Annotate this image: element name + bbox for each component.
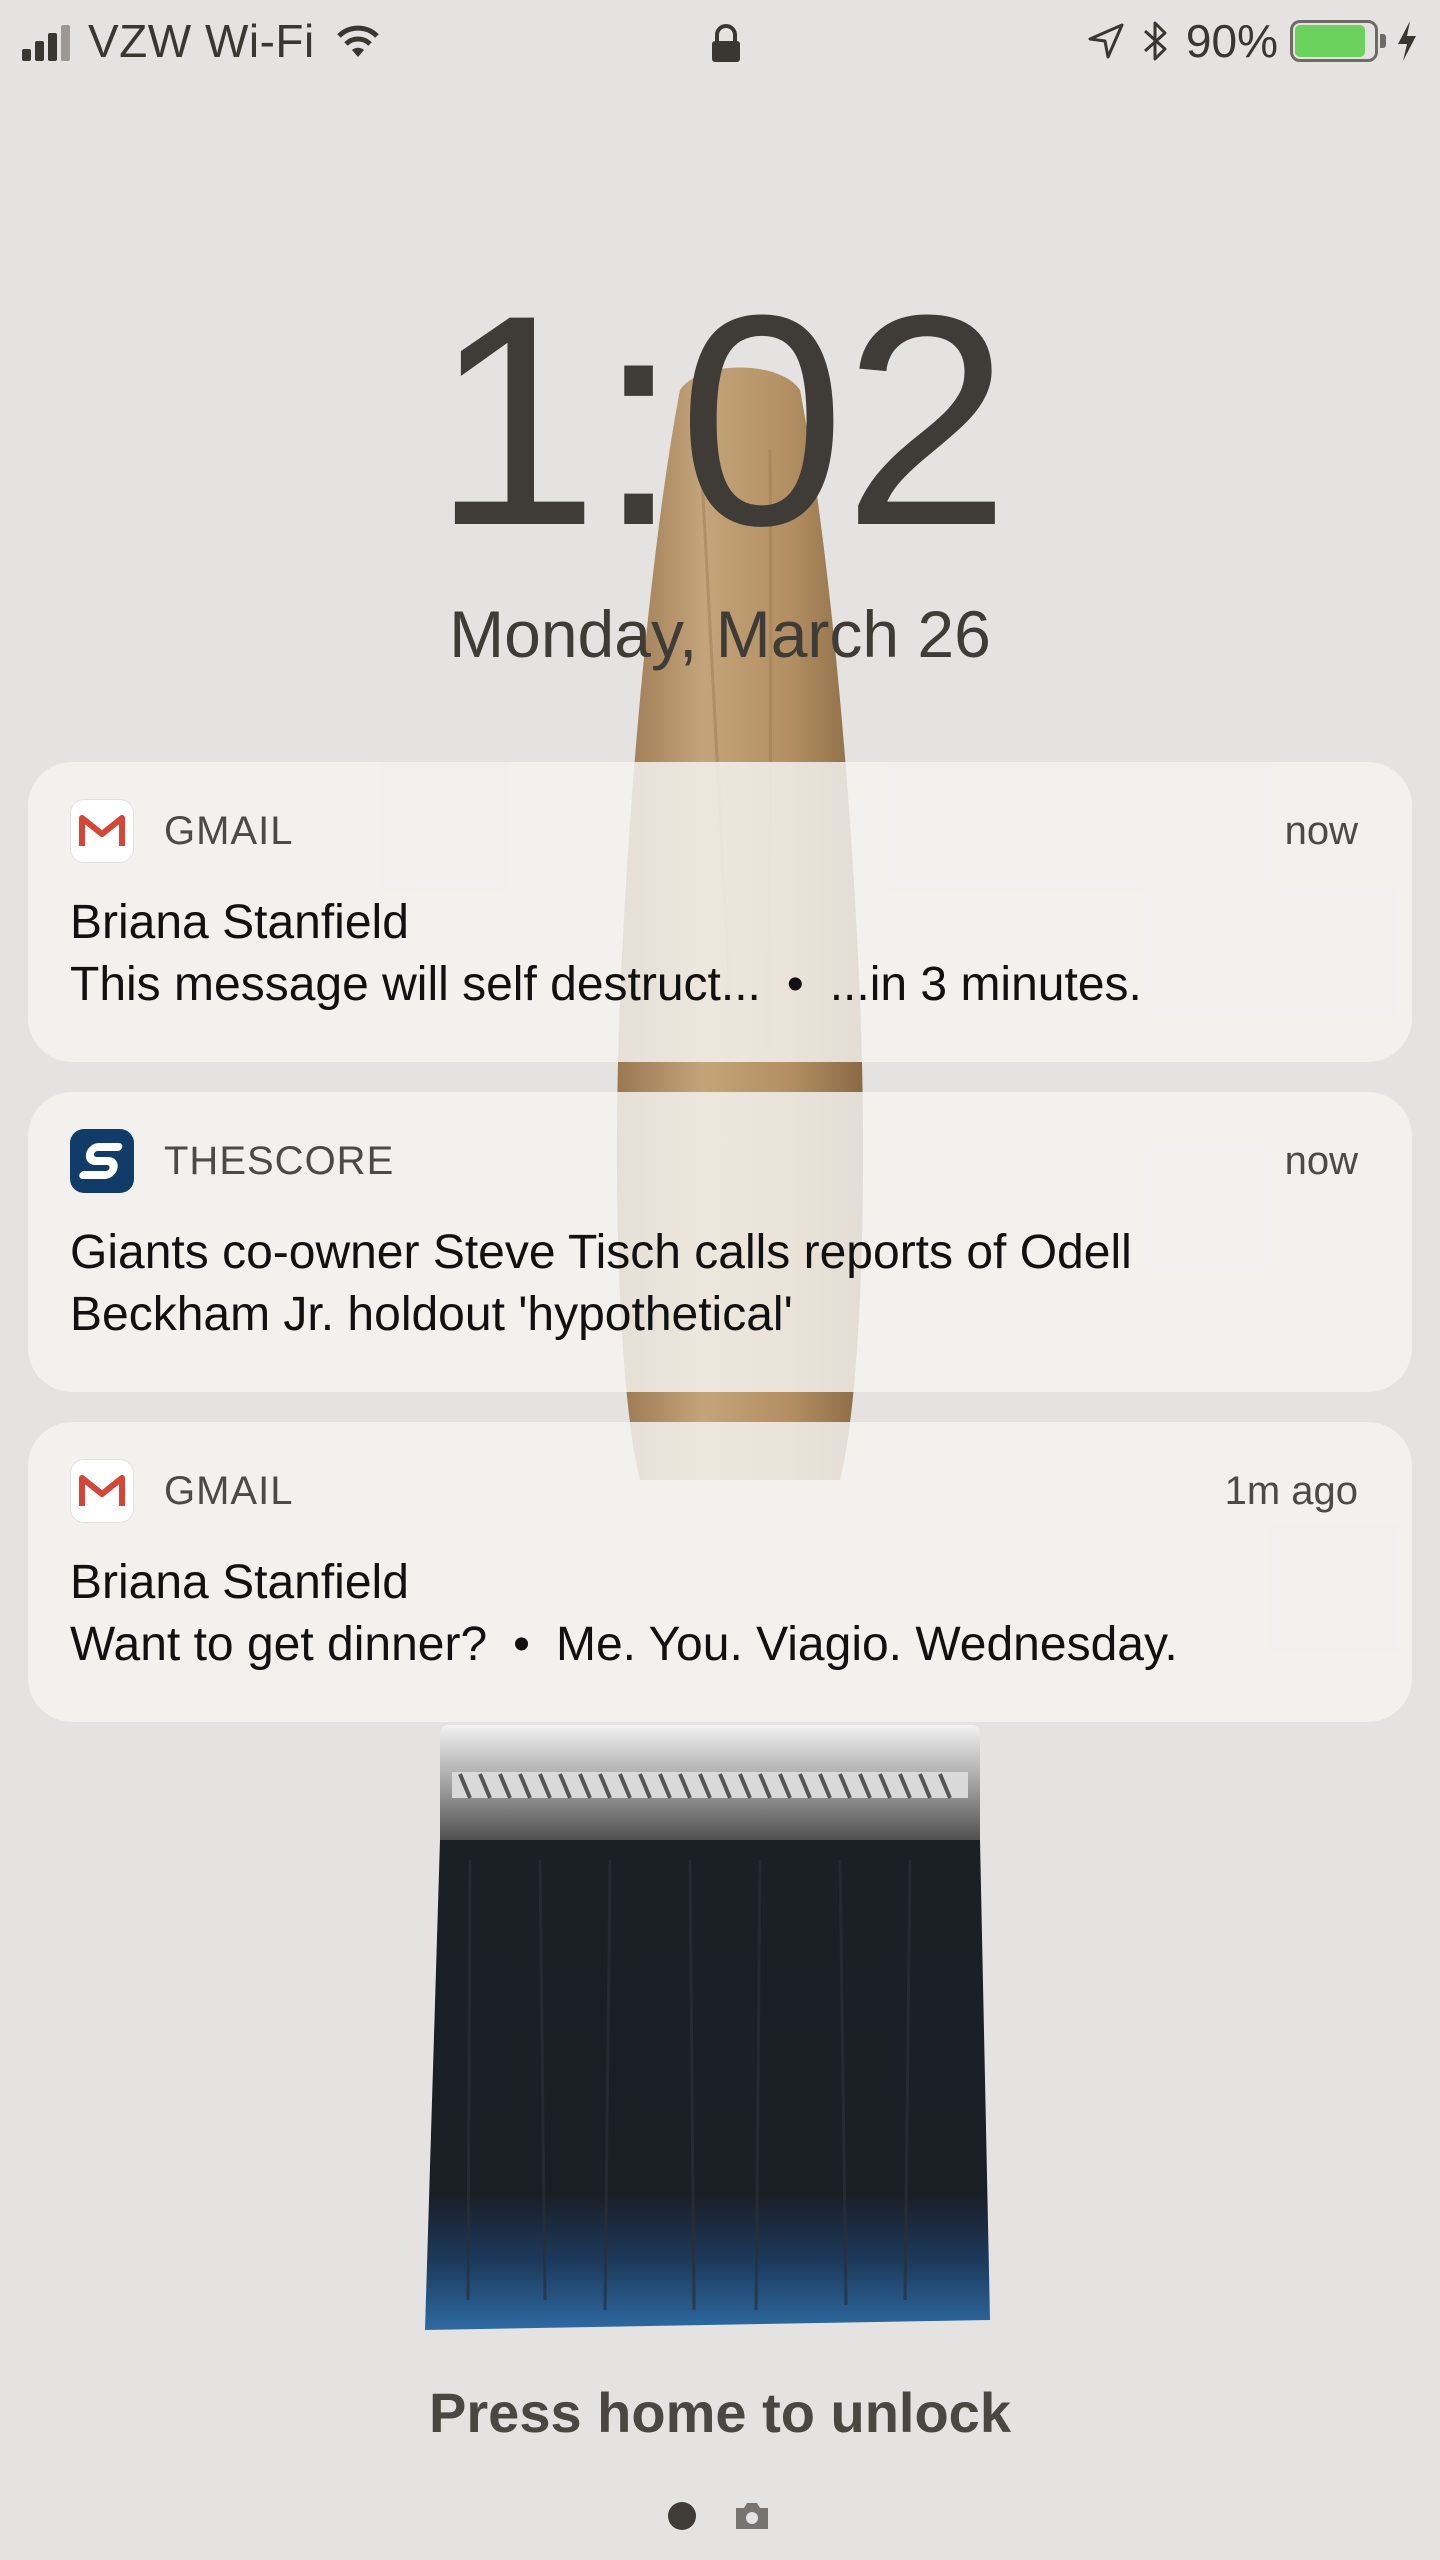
thescore-icon	[70, 1129, 134, 1193]
notification-body: Giants co-owner Steve Tisch calls report…	[70, 1222, 1356, 1346]
notification-snippet: ...in 3 minutes.	[829, 958, 1142, 1011]
notification-headline-line-1: Giants co-owner Steve Tisch calls report…	[70, 1226, 1132, 1279]
separator-dot: •	[786, 958, 804, 1011]
notification-gmail-2[interactable]: GMAIL 1m ago Briana Stanfield Want to ge…	[28, 1422, 1412, 1722]
signal-icon	[22, 21, 74, 61]
notification-body: Briana Stanfield This message will self …	[70, 892, 1356, 1016]
charging-icon	[1398, 21, 1416, 61]
gmail-icon	[70, 799, 134, 863]
notification-subject: Want to get dinner?	[70, 1618, 488, 1671]
status-bar-right: 90%	[1086, 14, 1420, 68]
bluetooth-icon	[1143, 21, 1167, 61]
status-bar-left: VZW Wi-Fi	[22, 14, 383, 68]
lock-icon	[712, 24, 740, 62]
separator-dot: •	[513, 1618, 530, 1671]
notification-app-name: GMAIL	[164, 808, 294, 853]
battery-level-fill	[1295, 25, 1365, 57]
notification-gmail-1[interactable]: GMAIL now Briana Stanfield This message …	[28, 762, 1412, 1062]
wifi-icon	[337, 25, 379, 57]
notification-time: 1m ago	[1224, 1468, 1358, 1513]
notification-time: now	[1284, 808, 1358, 853]
notification-preview: This message will self destruct... • ...in…	[70, 954, 1356, 1016]
notification-preview: Want to get dinner? • Me. You. Viagio. Wed…	[70, 1614, 1356, 1676]
notification-snippet: Me. You. Viagio. Wednesday.	[555, 1618, 1178, 1671]
notification-header: GMAIL 1m ago	[70, 1456, 1358, 1526]
notification-time: now	[1284, 1138, 1358, 1183]
battery-percent: 90%	[1185, 15, 1278, 67]
notification-header: GMAIL now	[70, 796, 1358, 866]
page-dot-icon[interactable]	[668, 2502, 696, 2530]
notification-subject: This message will self destruct...	[70, 958, 761, 1011]
status-bar: VZW Wi-Fi 90%	[0, 0, 1440, 84]
notification-headline-line-2: Beckham Jr. holdout 'hypothetical'	[70, 1288, 793, 1341]
battery-icon	[1290, 20, 1386, 62]
location-icon	[1088, 23, 1124, 59]
press-home-to-unlock-hint: Press home to unlock	[429, 2381, 1011, 2444]
notification-app-name: THESCORE	[164, 1138, 395, 1183]
lock-screen-date: Monday, March 26	[449, 597, 991, 671]
carrier-name: VZW Wi-Fi	[88, 15, 315, 67]
camera-icon[interactable]	[732, 2500, 772, 2532]
lock-screen-time: 1:02	[432, 252, 1010, 588]
page-indicator	[0, 2500, 1440, 2532]
gmail-icon	[70, 1459, 134, 1523]
notification-thescore[interactable]: THESCORE now Giants co-owner Steve Tisch…	[28, 1092, 1412, 1392]
notification-sender: Briana Stanfield	[70, 1556, 409, 1609]
notification-body: Briana Stanfield Want to get dinner? • Me.…	[70, 1552, 1356, 1676]
notification-header: THESCORE now	[70, 1126, 1358, 1196]
notification-app-name: GMAIL	[164, 1468, 294, 1513]
notification-sender: Briana Stanfield	[70, 896, 409, 949]
